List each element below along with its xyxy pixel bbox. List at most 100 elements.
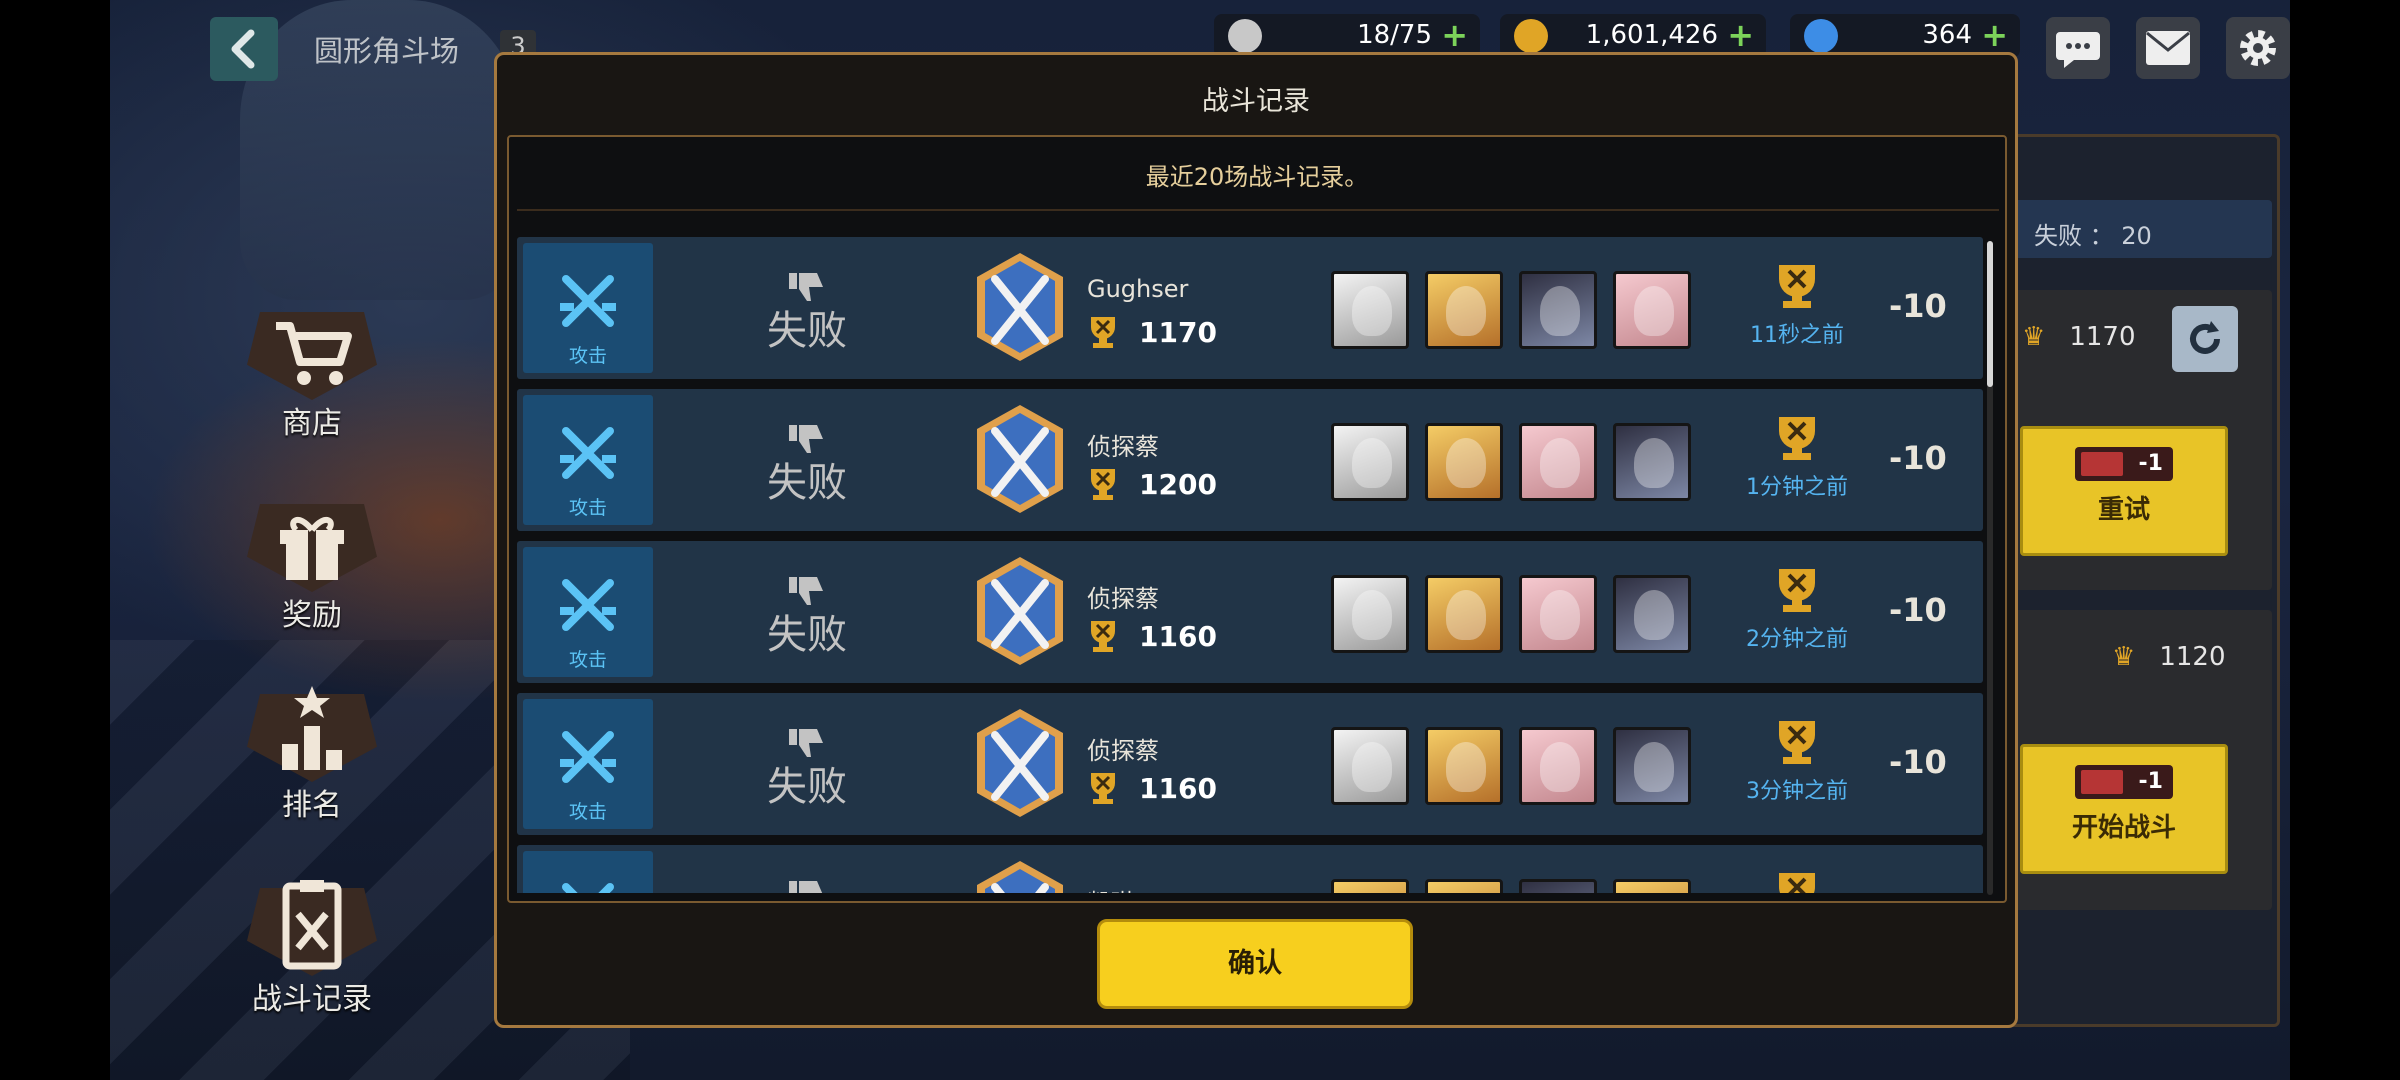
battle-result-label: 失败: [767, 308, 847, 354]
hero-portrait[interactable]: [1425, 879, 1503, 893]
menu-ranking-label: 排名: [282, 788, 342, 823]
battle-time: 1分钟之前: [1737, 415, 1857, 501]
gift-icon: [280, 516, 344, 580]
divider: [517, 209, 1999, 211]
opponent-team: [1331, 271, 1691, 349]
hero-portrait[interactable]: [1425, 271, 1503, 349]
battle-type: 攻击: [523, 243, 653, 373]
refresh-button[interactable]: [2172, 306, 2238, 372]
record-subtitle: 最近20场战斗记录。: [1145, 163, 1369, 191]
guild-emblem-icon: [977, 405, 1063, 513]
trophy-icon: [1091, 773, 1115, 804]
trophy-icon: ♛: [2022, 322, 2046, 352]
record-list[interactable]: 攻击 失败 Gughser 1170 11秒之前 -10 攻击 失败 侦探蔡 1…: [517, 237, 1983, 893]
battle-time: 3分钟之前: [1737, 719, 1857, 805]
refresh-icon: [2190, 321, 2220, 354]
trophy-icon: [1779, 569, 1815, 612]
hero-portrait[interactable]: [1425, 423, 1503, 501]
menu-rewards-label: 奖励: [282, 598, 342, 633]
battle-time-label: 3分钟之前: [1746, 779, 1848, 804]
arena-title: 圆形角斗场: [314, 34, 460, 68]
battle-record-icon: [282, 880, 342, 970]
confirm-button[interactable]: 确认: [1097, 919, 1413, 1009]
crossed-swords-icon: [560, 579, 616, 631]
hero-portrait[interactable]: [1331, 727, 1409, 805]
hero-portrait[interactable]: [1331, 271, 1409, 349]
retry-button[interactable]: -1 重试: [2020, 426, 2228, 556]
trophy-icon: ♛: [2112, 642, 2136, 672]
fail-count: 失败 ： 20: [2010, 200, 2272, 258]
gold-coin-icon: [1514, 19, 1548, 53]
battle-type: [523, 851, 653, 893]
hero-portrait[interactable]: [1519, 271, 1597, 349]
chat-icon: [2056, 32, 2100, 68]
opponent-team: [1331, 423, 1691, 501]
hero-portrait[interactable]: [1331, 879, 1409, 893]
menu-battle-record[interactable]: 战斗记录: [238, 866, 386, 1018]
back-button[interactable]: [210, 17, 278, 81]
guild-emblem-icon: [977, 709, 1063, 817]
guild-emblem-icon: [977, 861, 1063, 893]
record-scrollbar[interactable]: [1987, 241, 1993, 895]
trophy-icon: [1779, 721, 1815, 764]
my-score-value: 1170: [2069, 322, 2136, 352]
thumbs-down-icon: [789, 577, 823, 605]
hero-portrait[interactable]: [1613, 423, 1691, 501]
record-row[interactable]: 凯琳: [517, 845, 1983, 893]
hero-portrait[interactable]: [1331, 575, 1409, 653]
score-change: -10: [1889, 591, 1947, 629]
battle-result: 失败: [747, 727, 867, 809]
record-row[interactable]: 攻击 失败 Gughser 1170 11秒之前 -10: [517, 237, 1983, 379]
scrollbar-thumb[interactable]: [1987, 241, 1993, 387]
menu-shop[interactable]: 商店: [238, 290, 386, 442]
record-row[interactable]: 攻击 失败 侦探蔡 1160 3分钟之前 -10: [517, 693, 1983, 835]
battle-result-label: 失败: [767, 764, 847, 810]
trophy-icon: [1779, 265, 1815, 308]
hero-portrait[interactable]: [1519, 879, 1597, 893]
thumbs-down-icon: [789, 425, 823, 453]
opponent-score: ♛ 1120: [2112, 642, 2225, 672]
settings-button[interactable]: [2226, 17, 2290, 79]
letterbox-left: [0, 0, 110, 1080]
hero-portrait[interactable]: [1613, 727, 1691, 805]
trophy-icon: [1779, 873, 1815, 893]
hero-portrait[interactable]: [1519, 423, 1597, 501]
record-row[interactable]: 攻击 失败 侦探蔡 1200 1分钟之前 -10: [517, 389, 1983, 531]
battle-time-label: 1分钟之前: [1746, 475, 1848, 500]
my-score: ♛ 1170: [2022, 322, 2135, 352]
mail-button[interactable]: [2136, 17, 2200, 79]
gold-value: 1,601,426: [1585, 20, 1718, 50]
hero-portrait[interactable]: [1425, 575, 1503, 653]
hero-portrait[interactable]: [1519, 727, 1597, 805]
mail-icon: [2146, 31, 2190, 65]
record-row[interactable]: 攻击 失败 侦探蔡 1160 2分钟之前 -10: [517, 541, 1983, 683]
trophy-icon: [1091, 317, 1115, 348]
hero-portrait[interactable]: [1331, 423, 1409, 501]
thumbs-down-icon: [789, 881, 823, 893]
menu-ranking[interactable]: 排名: [238, 672, 386, 824]
opponent-score: 1170: [1085, 315, 1217, 349]
thumbs-down-icon: [789, 729, 823, 757]
add-stamina-button[interactable]: +: [1441, 16, 1468, 54]
hero-portrait[interactable]: [1613, 879, 1691, 893]
gear-icon: [2240, 30, 2276, 66]
blue-gem-icon: [1804, 19, 1838, 53]
hero-portrait[interactable]: [1613, 271, 1691, 349]
add-gem-button[interactable]: +: [1981, 16, 2008, 54]
stamina-value: 18/75: [1357, 20, 1432, 50]
chat-button[interactable]: [2046, 17, 2110, 79]
menu-record-icon-wrap: [247, 866, 377, 976]
battle-type: 攻击: [523, 699, 653, 829]
hero-portrait[interactable]: [1613, 575, 1691, 653]
letterbox-right: [2290, 0, 2400, 1080]
hero-portrait[interactable]: [1519, 575, 1597, 653]
battle-result: 失败: [747, 423, 867, 505]
crossed-swords-icon: [560, 731, 616, 783]
battle-time-label: 2分钟之前: [1746, 627, 1848, 652]
hero-portrait[interactable]: [1425, 727, 1503, 805]
opponent-score: 1200: [1085, 467, 1217, 501]
add-gold-button[interactable]: +: [1727, 16, 1754, 54]
menu-shop-label: 商店: [282, 406, 342, 441]
menu-rewards[interactable]: 奖励: [238, 482, 386, 634]
start-battle-button[interactable]: -1 开始战斗: [2020, 744, 2228, 874]
